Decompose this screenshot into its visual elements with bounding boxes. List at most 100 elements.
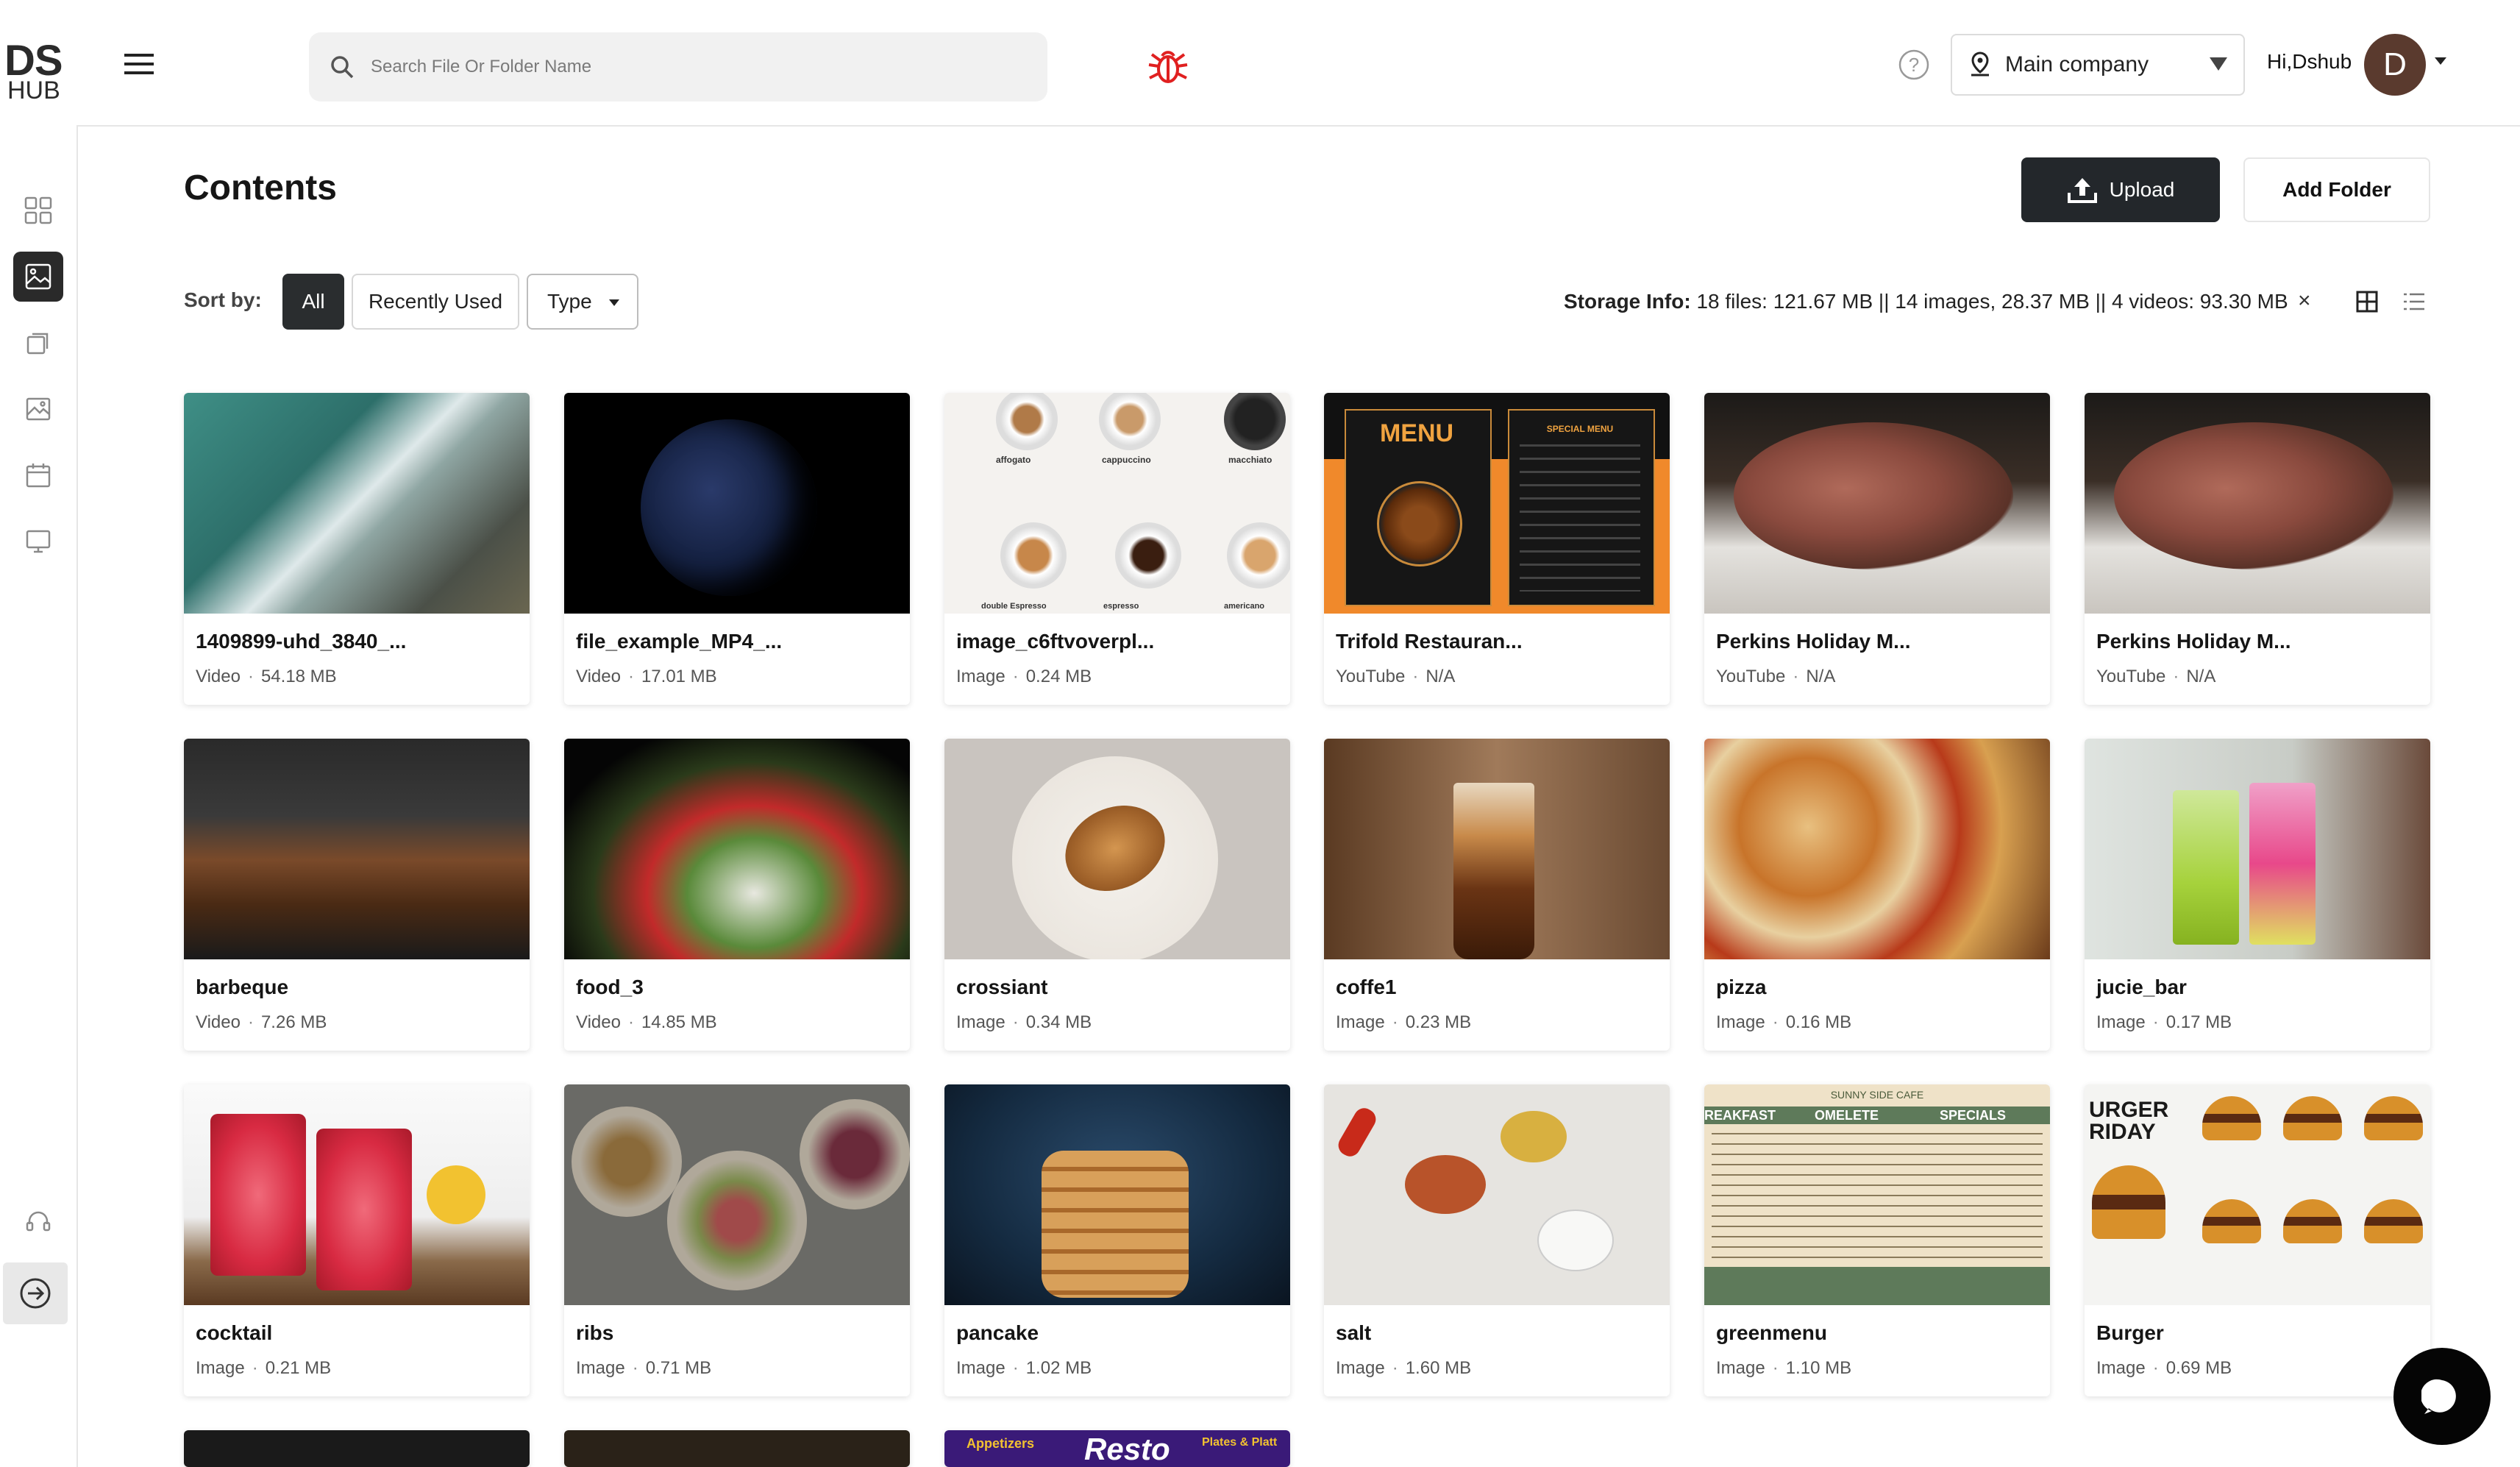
logo[interactable]: DS HUB bbox=[4, 40, 72, 104]
card-title: coffe1 bbox=[1336, 976, 1397, 998]
card-meta: Video · 14.85 MB bbox=[576, 1012, 717, 1032]
content-card[interactable]: file_example_MP4_... Video · 17.01 MB bbox=[564, 393, 910, 705]
card-size: 0.21 MB bbox=[265, 1358, 332, 1378]
user-menu-caret-icon[interactable] bbox=[2435, 57, 2446, 65]
image-gallery-icon bbox=[25, 263, 51, 290]
upload-button[interactable]: Upload bbox=[2021, 157, 2220, 222]
card-type: YouTube bbox=[1336, 667, 1406, 686]
card-thumbnail bbox=[2085, 739, 2430, 959]
user-greeting: Hi,Dshub bbox=[2267, 50, 2352, 73]
thumb-text: SUNNY SIDE CAFE bbox=[1830, 1089, 1924, 1101]
content-card[interactable]: barbeque Video · 7.26 MB bbox=[184, 739, 530, 1051]
chevron-down-icon bbox=[609, 299, 619, 306]
content-card[interactable]: salt Image · 1.60 MB bbox=[1324, 1084, 1670, 1396]
card-meta: Image · 1.60 MB bbox=[1336, 1358, 1472, 1378]
card-title: greenmenu bbox=[1716, 1321, 1827, 1344]
card-meta: Video · 54.18 MB bbox=[196, 667, 337, 686]
content-card[interactable]: ribs Image · 0.71 MB bbox=[564, 1084, 910, 1396]
company-selector[interactable]: Main company bbox=[1951, 34, 2245, 96]
thumb-text: macchiato bbox=[1228, 455, 1273, 465]
content-card[interactable]: pancake Image · 1.02 MB bbox=[944, 1084, 1290, 1396]
sidebar-item-screens[interactable] bbox=[13, 516, 63, 566]
card-type: Image bbox=[2096, 1358, 2146, 1378]
card-size: 0.23 MB bbox=[1405, 1012, 1472, 1032]
calendar-icon bbox=[26, 463, 51, 488]
hamburger-button[interactable] bbox=[121, 46, 157, 82]
content-card[interactable] bbox=[184, 1430, 530, 1467]
sidebar-item-templates[interactable] bbox=[13, 384, 63, 434]
card-title: barbeque bbox=[196, 976, 289, 998]
sort-label: Sort by: bbox=[184, 288, 262, 311]
content-card[interactable]: URGER RIDAY Burger Image · 0.69 MB bbox=[2085, 1084, 2430, 1396]
content-card[interactable]: MENU SPECIAL MENU Trifold Restauran... Y… bbox=[1324, 393, 1670, 705]
arrow-right-circle-icon bbox=[20, 1278, 51, 1309]
content-card[interactable]: Perkins Holiday M... YouTube · N/A bbox=[1704, 393, 2050, 705]
card-title: ribs bbox=[576, 1321, 614, 1344]
card-size: N/A bbox=[2186, 667, 2216, 686]
card-thumbnail: Appetizers Resto Plates & Platt bbox=[944, 1430, 1290, 1467]
content-card[interactable]: coffe1 Image · 0.23 MB bbox=[1324, 739, 1670, 1051]
card-meta: Image · 0.69 MB bbox=[2096, 1358, 2232, 1378]
card-title: Trifold Restauran... bbox=[1336, 630, 1523, 653]
content-card[interactable]: Perkins Holiday M... YouTube · N/A bbox=[2085, 393, 2430, 705]
card-type: Image bbox=[956, 1358, 1005, 1378]
content-card[interactable]: SUNNY SIDE CAFE REAKFAST OMELETE SPECIAL… bbox=[1704, 1084, 2050, 1396]
avatar[interactable]: D bbox=[2364, 34, 2426, 96]
card-title: jucie_bar bbox=[2096, 976, 2187, 998]
card-type: Video bbox=[196, 1012, 241, 1032]
card-thumbnail bbox=[944, 739, 1290, 959]
card-type: Image bbox=[956, 1012, 1005, 1032]
content-card[interactable] bbox=[564, 1430, 910, 1467]
card-title: food_3 bbox=[576, 976, 644, 998]
card-meta: YouTube · N/A bbox=[2096, 667, 2216, 686]
content-card[interactable]: cocktail Image · 0.21 MB bbox=[184, 1084, 530, 1396]
sidebar-item-logout[interactable] bbox=[3, 1262, 68, 1324]
card-meta: Image · 0.17 MB bbox=[2096, 1012, 2232, 1032]
sidebar-item-contents[interactable] bbox=[13, 252, 63, 302]
sidebar-item-support[interactable] bbox=[13, 1196, 63, 1246]
sidebar-item-playlists[interactable] bbox=[13, 318, 63, 368]
search-input[interactable] bbox=[369, 56, 961, 78]
content-card[interactable]: food_3 Video · 14.85 MB bbox=[564, 739, 910, 1051]
sidebar-item-dashboard[interactable] bbox=[13, 185, 63, 235]
content-card[interactable]: crossiant Image · 0.34 MB bbox=[944, 739, 1290, 1051]
content-card[interactable]: pizza Image · 0.16 MB bbox=[1704, 739, 2050, 1051]
page-title: Contents bbox=[184, 168, 337, 207]
card-title: cocktail bbox=[196, 1321, 273, 1344]
card-thumbnail bbox=[1704, 739, 2050, 959]
card-thumbnail bbox=[564, 739, 910, 959]
bug-report-icon[interactable] bbox=[1147, 44, 1189, 87]
thumb-text: Plates & Platt bbox=[1202, 1436, 1278, 1449]
card-type: YouTube bbox=[1716, 667, 1786, 686]
card-meta: Image · 1.10 MB bbox=[1716, 1358, 1852, 1378]
content-card[interactable]: affogato cappuccino macchiato double Esp… bbox=[944, 393, 1290, 705]
card-thumbnail: MENU SPECIAL MENU bbox=[1324, 393, 1670, 614]
add-folder-button[interactable]: Add Folder bbox=[2243, 157, 2430, 222]
card-size: 0.71 MB bbox=[645, 1358, 712, 1378]
chat-button[interactable] bbox=[2393, 1348, 2491, 1445]
storage-close-button[interactable]: × bbox=[2298, 288, 2311, 313]
thumb-text: double Espresso bbox=[981, 602, 1047, 611]
card-thumbnail bbox=[2085, 393, 2430, 614]
card-size: 0.16 MB bbox=[1785, 1012, 1852, 1032]
card-size: 0.34 MB bbox=[1025, 1012, 1092, 1032]
card-thumbnail bbox=[184, 1084, 530, 1305]
content-card[interactable]: jucie_bar Image · 0.17 MB bbox=[2085, 739, 2430, 1051]
card-type: Video bbox=[196, 667, 241, 686]
sidebar-item-schedule[interactable] bbox=[13, 450, 63, 500]
list-view-icon[interactable] bbox=[2402, 291, 2426, 312]
card-meta: Video · 17.01 MB bbox=[576, 667, 717, 686]
content-card[interactable]: Appetizers Resto Plates & Platt bbox=[944, 1430, 1290, 1467]
card-type: Image bbox=[1336, 1012, 1385, 1032]
card-meta: Image · 0.21 MB bbox=[196, 1358, 332, 1378]
card-thumbnail bbox=[944, 1084, 1290, 1305]
card-thumbnail: affogato cappuccino macchiato double Esp… bbox=[944, 393, 1290, 614]
sort-recent-button[interactable]: Recently Used bbox=[352, 274, 519, 330]
thumb-text: URGER RIDAY bbox=[2089, 1098, 2169, 1144]
grid-view-icon[interactable] bbox=[2355, 290, 2379, 313]
sort-type-dropdown[interactable]: Type bbox=[527, 274, 638, 330]
card-meta: Image · 0.24 MB bbox=[956, 667, 1092, 686]
help-icon[interactable]: ? bbox=[1898, 49, 1930, 81]
sort-all-button[interactable]: All bbox=[282, 274, 344, 330]
content-card[interactable]: 1409899-uhd_3840_... Video · 54.18 MB bbox=[184, 393, 530, 705]
